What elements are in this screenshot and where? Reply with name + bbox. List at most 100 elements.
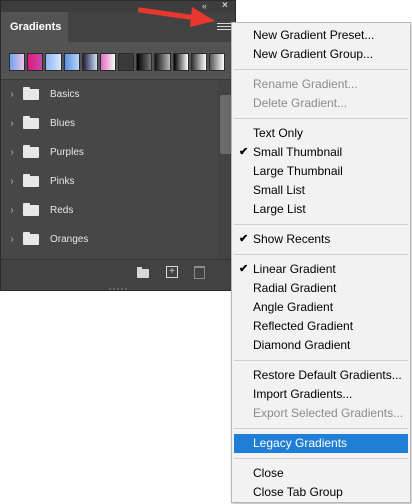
gradient-swatch[interactable] bbox=[63, 53, 80, 71]
gradient-group-row[interactable]: › Basics bbox=[1, 80, 217, 109]
folder-icon bbox=[23, 203, 39, 216]
red-arrow-annotation bbox=[138, 7, 215, 27]
gradient-group-row[interactable]: › Oranges bbox=[1, 225, 217, 254]
menu-separator bbox=[234, 458, 408, 459]
menu-item-label: Restore Default Gradients... bbox=[253, 368, 402, 382]
menu-separator bbox=[234, 224, 408, 225]
group-label: Basics bbox=[50, 89, 80, 100]
gradient-group-list: › Basics › Blues › Purples › Pinks › Reds › Oranges bbox=[1, 79, 235, 260]
group-label: Reds bbox=[50, 205, 74, 216]
recent-gradients-strip bbox=[9, 53, 226, 71]
gradient-swatch[interactable] bbox=[118, 53, 135, 71]
gradient-swatch[interactable] bbox=[9, 53, 26, 71]
menu-item-label: Small List bbox=[253, 183, 306, 197]
menu-item-label: Diamond Gradient bbox=[253, 338, 351, 352]
gradient-group-row[interactable]: › Reds bbox=[1, 196, 217, 225]
gradient-swatch[interactable] bbox=[81, 53, 98, 71]
panel-footer: + bbox=[1, 259, 235, 290]
gradients-panel: « × Gradients › Basics › Blues › Purples › Pink… bbox=[0, 0, 236, 291]
checkmark-icon: ✔ bbox=[239, 146, 249, 158]
menu-item-diamond-gradient[interactable]: Diamond Gradient bbox=[232, 336, 410, 355]
gradient-swatch[interactable] bbox=[99, 53, 117, 71]
tab-label: Gradients bbox=[10, 21, 62, 33]
folder-icon bbox=[23, 145, 39, 158]
chevron-right-icon[interactable]: › bbox=[7, 118, 17, 129]
menu-item-linear-gradient[interactable]: ✔ Linear Gradient bbox=[232, 260, 410, 279]
menu-item-new-gradient-preset[interactable]: New Gradient Preset... bbox=[232, 26, 410, 45]
menu-item-restore-default-gradients[interactable]: Restore Default Gradients... bbox=[232, 366, 410, 385]
menu-item-rename-gradient: Rename Gradient... bbox=[232, 75, 410, 94]
tab-gradients[interactable]: Gradients bbox=[1, 12, 68, 42]
chevron-right-icon[interactable]: › bbox=[7, 205, 17, 216]
folder-icon bbox=[23, 232, 39, 245]
menu-item-angle-gradient[interactable]: Angle Gradient bbox=[232, 298, 410, 317]
folder-icon bbox=[23, 116, 39, 129]
chevron-right-icon[interactable]: › bbox=[7, 176, 17, 187]
chevron-right-icon[interactable]: › bbox=[7, 234, 17, 245]
menu-item-reflected-gradient[interactable]: Reflected Gradient bbox=[232, 317, 410, 336]
resize-grip[interactable] bbox=[109, 288, 129, 290]
menu-item-label: Close bbox=[253, 466, 284, 480]
folder-icon bbox=[23, 174, 39, 187]
menu-item-label: Small Thumbnail bbox=[253, 145, 343, 159]
menu-item-large-list[interactable]: Large List bbox=[232, 200, 410, 219]
menu-item-label: Import Gradients... bbox=[253, 387, 353, 401]
menu-item-label: Large List bbox=[253, 202, 306, 216]
menu-item-small-list[interactable]: Small List bbox=[232, 181, 410, 200]
menu-item-delete-gradient: Delete Gradient... bbox=[232, 94, 410, 113]
group-label: Blues bbox=[50, 118, 76, 129]
menu-item-legacy-gradients[interactable]: Legacy Gradients bbox=[234, 434, 408, 453]
panel-flyout-menu: New Gradient Preset... New Gradient Group… bbox=[231, 22, 411, 503]
gradient-swatch[interactable] bbox=[136, 53, 153, 71]
menu-item-label: Text Only bbox=[253, 126, 304, 140]
menu-item-export-selected-gradients: Export Selected Gradients... bbox=[232, 404, 410, 423]
menu-separator bbox=[234, 69, 408, 70]
close-icon[interactable]: × bbox=[222, 0, 232, 11]
menu-item-close[interactable]: Close bbox=[232, 464, 410, 483]
menu-item-close-tab-group[interactable]: Close Tab Group bbox=[232, 483, 410, 502]
checkmark-icon: ✔ bbox=[239, 233, 249, 245]
menu-item-label: Linear Gradient bbox=[253, 262, 336, 276]
group-label: Oranges bbox=[50, 234, 89, 245]
menu-item-large-thumbnail[interactable]: Large Thumbnail bbox=[232, 162, 410, 181]
menu-item-label: Delete Gradient... bbox=[253, 96, 348, 110]
folder-icon bbox=[23, 87, 39, 100]
menu-item-label: Export Selected Gradients... bbox=[253, 406, 404, 420]
menu-item-show-recents[interactable]: ✔ Show Recents bbox=[232, 230, 410, 249]
menu-item-label: Close Tab Group bbox=[253, 485, 343, 499]
menu-item-radial-gradient[interactable]: Radial Gradient bbox=[232, 279, 410, 298]
gradient-swatch[interactable] bbox=[190, 53, 207, 71]
menu-item-label: Rename Gradient... bbox=[253, 77, 358, 91]
menu-separator bbox=[234, 254, 408, 255]
hamburger-menu-icon[interactable] bbox=[217, 23, 231, 33]
menu-item-label: Reflected Gradient bbox=[253, 319, 354, 333]
menu-item-new-gradient-group[interactable]: New Gradient Group... bbox=[232, 45, 410, 64]
gradient-swatch[interactable] bbox=[172, 53, 189, 71]
new-group-folder-icon[interactable] bbox=[137, 267, 149, 278]
menu-item-small-thumbnail[interactable]: ✔ Small Thumbnail bbox=[232, 143, 410, 162]
menu-item-label: Large Thumbnail bbox=[253, 164, 343, 178]
group-label: Purples bbox=[50, 147, 84, 158]
menu-item-label: New Gradient Group... bbox=[253, 47, 374, 61]
gradient-group-row[interactable]: › Blues bbox=[1, 109, 217, 138]
gradient-swatch[interactable] bbox=[45, 53, 62, 71]
menu-separator bbox=[234, 118, 408, 119]
group-label: Pinks bbox=[50, 176, 75, 187]
menu-separator bbox=[234, 360, 408, 361]
menu-item-label: Legacy Gradients bbox=[253, 436, 348, 450]
gradient-group-row[interactable]: › Pinks bbox=[1, 167, 217, 196]
trash-icon[interactable] bbox=[194, 266, 205, 279]
chevron-right-icon[interactable]: › bbox=[7, 89, 17, 100]
gradient-swatch[interactable] bbox=[208, 53, 226, 71]
menu-item-import-gradients[interactable]: Import Gradients... bbox=[232, 385, 410, 404]
checkmark-icon: ✔ bbox=[239, 263, 249, 275]
menu-item-label: New Gradient Preset... bbox=[253, 28, 375, 42]
gradient-swatch[interactable] bbox=[27, 53, 44, 71]
chevron-right-icon[interactable]: › bbox=[7, 147, 17, 158]
menu-item-text-only[interactable]: Text Only bbox=[232, 124, 410, 143]
menu-separator bbox=[234, 428, 408, 429]
gradient-swatch[interactable] bbox=[154, 53, 171, 71]
gradient-group-row[interactable]: › Purples bbox=[1, 138, 217, 167]
menu-item-label: Angle Gradient bbox=[253, 300, 334, 314]
new-gradient-icon[interactable]: + bbox=[166, 266, 178, 278]
